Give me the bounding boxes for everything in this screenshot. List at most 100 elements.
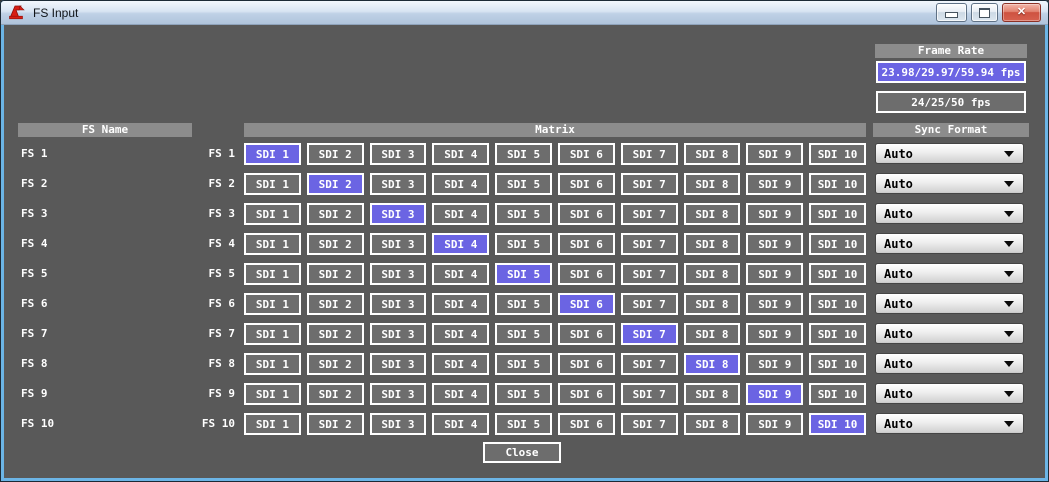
sdi-button[interactable]: SDI 9 <box>746 413 803 435</box>
sdi-button[interactable]: SDI 6 <box>558 353 615 375</box>
sdi-button[interactable]: SDI 2 <box>307 263 364 285</box>
sdi-button[interactable]: SDI 3 <box>370 203 427 225</box>
sdi-button[interactable]: SDI 6 <box>558 383 615 405</box>
sdi-button[interactable]: SDI 1 <box>244 263 301 285</box>
sdi-button[interactable]: SDI 6 <box>558 173 615 195</box>
sdi-button[interactable]: SDI 2 <box>307 143 364 165</box>
sdi-button[interactable]: SDI 3 <box>370 413 427 435</box>
sync-format-select[interactable]: Auto <box>875 353 1024 374</box>
sdi-button[interactable]: SDI 8 <box>684 323 741 345</box>
sdi-button[interactable]: SDI 4 <box>432 143 489 165</box>
sdi-button[interactable]: SDI 9 <box>746 383 803 405</box>
sdi-button[interactable]: SDI 8 <box>684 293 741 315</box>
sdi-button[interactable]: SDI 5 <box>495 143 552 165</box>
sdi-button[interactable]: SDI 3 <box>370 263 427 285</box>
sdi-button[interactable]: SDI 3 <box>370 233 427 255</box>
sdi-button[interactable]: SDI 4 <box>432 413 489 435</box>
sdi-button[interactable]: SDI 10 <box>809 233 866 255</box>
sync-format-select[interactable]: Auto <box>875 413 1024 434</box>
sdi-button[interactable]: SDI 2 <box>307 203 364 225</box>
sdi-button[interactable]: SDI 4 <box>432 233 489 255</box>
sdi-button[interactable]: SDI 2 <box>307 233 364 255</box>
sdi-button[interactable]: SDI 9 <box>746 353 803 375</box>
sdi-button[interactable]: SDI 8 <box>684 143 741 165</box>
sdi-button[interactable]: SDI 10 <box>809 293 866 315</box>
sdi-button[interactable]: SDI 3 <box>370 323 427 345</box>
sdi-button[interactable]: SDI 8 <box>684 263 741 285</box>
sdi-button[interactable]: SDI 2 <box>307 173 364 195</box>
sdi-button[interactable]: SDI 5 <box>495 233 552 255</box>
sdi-button[interactable]: SDI 9 <box>746 173 803 195</box>
sdi-button[interactable]: SDI 10 <box>809 413 866 435</box>
sdi-button[interactable]: SDI 9 <box>746 203 803 225</box>
sdi-button[interactable]: SDI 6 <box>558 143 615 165</box>
sdi-button[interactable]: SDI 7 <box>621 323 678 345</box>
sdi-button[interactable]: SDI 2 <box>307 383 364 405</box>
sdi-button[interactable]: SDI 1 <box>244 143 301 165</box>
sdi-button[interactable]: SDI 10 <box>809 323 866 345</box>
titlebar[interactable]: FS Input ✕ <box>1 1 1048 25</box>
sdi-button[interactable]: SDI 2 <box>307 353 364 375</box>
sync-format-select[interactable]: Auto <box>875 293 1024 314</box>
sdi-button[interactable]: SDI 9 <box>746 233 803 255</box>
sdi-button[interactable]: SDI 7 <box>621 203 678 225</box>
sync-format-select[interactable]: Auto <box>875 203 1024 224</box>
sdi-button[interactable]: SDI 6 <box>558 203 615 225</box>
sdi-button[interactable]: SDI 1 <box>244 383 301 405</box>
frame-rate-option-low[interactable]: 24/25/50 fps <box>876 91 1026 113</box>
sdi-button[interactable]: SDI 4 <box>432 323 489 345</box>
sdi-button[interactable]: SDI 6 <box>558 233 615 255</box>
sdi-button[interactable]: SDI 8 <box>684 413 741 435</box>
sdi-button[interactable]: SDI 5 <box>495 323 552 345</box>
sdi-button[interactable]: SDI 8 <box>684 383 741 405</box>
sdi-button[interactable]: SDI 10 <box>809 203 866 225</box>
sync-format-select[interactable]: Auto <box>875 323 1024 344</box>
sdi-button[interactable]: SDI 10 <box>809 143 866 165</box>
sdi-button[interactable]: SDI 5 <box>495 413 552 435</box>
sdi-button[interactable]: SDI 9 <box>746 263 803 285</box>
sdi-button[interactable]: SDI 10 <box>809 353 866 375</box>
sdi-button[interactable]: SDI 9 <box>746 293 803 315</box>
sdi-button[interactable]: SDI 1 <box>244 203 301 225</box>
sdi-button[interactable]: SDI 1 <box>244 323 301 345</box>
sdi-button[interactable]: SDI 5 <box>495 263 552 285</box>
minimize-button[interactable] <box>936 3 967 22</box>
sdi-button[interactable]: SDI 4 <box>432 353 489 375</box>
sdi-button[interactable]: SDI 5 <box>495 293 552 315</box>
sdi-button[interactable]: SDI 7 <box>621 293 678 315</box>
sdi-button[interactable]: SDI 1 <box>244 353 301 375</box>
sdi-button[interactable]: SDI 5 <box>495 173 552 195</box>
sdi-button[interactable]: SDI 3 <box>370 173 427 195</box>
sdi-button[interactable]: SDI 10 <box>809 263 866 285</box>
sdi-button[interactable]: SDI 10 <box>809 173 866 195</box>
close-button[interactable]: Close <box>483 442 561 463</box>
sdi-button[interactable]: SDI 4 <box>432 293 489 315</box>
close-window-button[interactable]: ✕ <box>1002 3 1041 22</box>
sync-format-select[interactable]: Auto <box>875 383 1024 404</box>
sdi-button[interactable]: SDI 1 <box>244 293 301 315</box>
sdi-button[interactable]: SDI 7 <box>621 233 678 255</box>
sdi-button[interactable]: SDI 5 <box>495 383 552 405</box>
sdi-button[interactable]: SDI 7 <box>621 263 678 285</box>
sdi-button[interactable]: SDI 7 <box>621 353 678 375</box>
sdi-button[interactable]: SDI 3 <box>370 293 427 315</box>
sync-format-select[interactable]: Auto <box>875 143 1024 164</box>
sdi-button[interactable]: SDI 4 <box>432 263 489 285</box>
sdi-button[interactable]: SDI 8 <box>684 173 741 195</box>
sdi-button[interactable]: SDI 1 <box>244 413 301 435</box>
sdi-button[interactable]: SDI 1 <box>244 173 301 195</box>
sdi-button[interactable]: SDI 2 <box>307 323 364 345</box>
sdi-button[interactable]: SDI 1 <box>244 233 301 255</box>
sdi-button[interactable]: SDI 6 <box>558 323 615 345</box>
sdi-button[interactable]: SDI 4 <box>432 173 489 195</box>
sdi-button[interactable]: SDI 2 <box>307 293 364 315</box>
sync-format-select[interactable]: Auto <box>875 173 1024 194</box>
sdi-button[interactable]: SDI 5 <box>495 203 552 225</box>
sdi-button[interactable]: SDI 8 <box>684 203 741 225</box>
sdi-button[interactable]: SDI 6 <box>558 413 615 435</box>
sdi-button[interactable]: SDI 2 <box>307 413 364 435</box>
sdi-button[interactable]: SDI 4 <box>432 203 489 225</box>
sdi-button[interactable]: SDI 7 <box>621 173 678 195</box>
sdi-button[interactable]: SDI 8 <box>684 353 741 375</box>
sync-format-select[interactable]: Auto <box>875 263 1024 284</box>
